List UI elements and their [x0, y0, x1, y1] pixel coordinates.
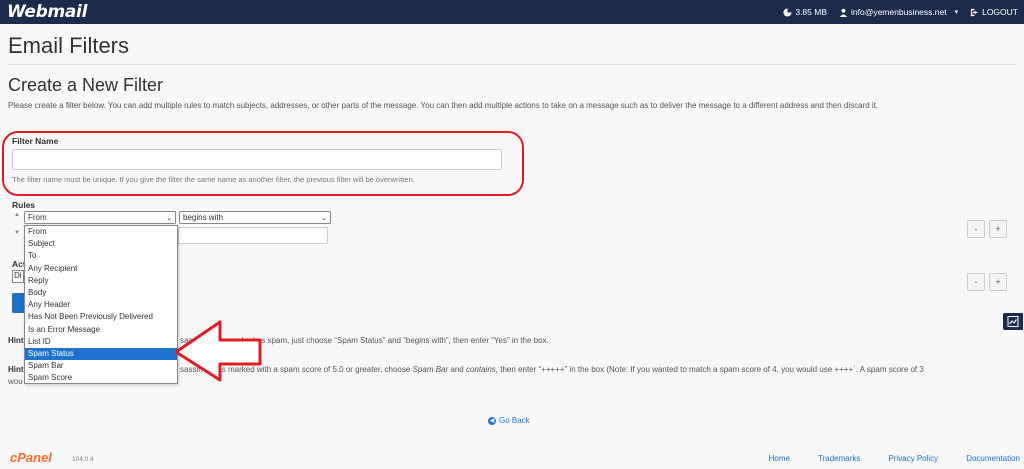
footer-links: Home Trademarks Privacy Policy Documenta…	[769, 454, 1020, 463]
remove-action-button[interactable]: -	[967, 273, 985, 291]
go-back-label: Go Back	[499, 416, 530, 425]
annotation-highlight-oval	[2, 131, 524, 196]
action-select[interactable]: Di	[12, 270, 24, 283]
chevron-down-icon: ⌄	[321, 214, 327, 222]
rule-operator-value: begins with	[183, 213, 224, 222]
rule-field-value: From	[28, 213, 47, 222]
dropdown-option[interactable]: Spam Status	[25, 347, 177, 361]
dropdown-option[interactable]: Body	[25, 287, 177, 299]
hint-2-part-b: then enter “+++++” in the box (Note: If …	[500, 365, 924, 374]
hint-2-and: and	[450, 365, 464, 374]
dropdown-option[interactable]: Spam Bar	[25, 360, 177, 372]
hint-1: Hint	[8, 336, 24, 345]
hint-2-prefix: Hint	[8, 365, 24, 374]
page-title: Email Filters	[8, 33, 130, 58]
dropdown-option[interactable]: Any Header	[25, 299, 177, 311]
section-title: Create a New Filter	[8, 75, 164, 95]
footer-link-trademarks[interactable]: Trademarks	[818, 454, 860, 463]
add-rule-button[interactable]: +	[989, 220, 1007, 238]
dropdown-option[interactable]: To	[25, 250, 177, 262]
dropdown-option[interactable]: Has Not Been Previously Delivered	[25, 311, 177, 323]
rules-label: Rules	[12, 200, 36, 210]
logout-icon	[970, 8, 978, 16]
rule-field-select[interactable]: From ⌄	[24, 211, 176, 224]
user-menu[interactable]: info@yemenbusiness.net ▾	[839, 7, 958, 17]
hint-1-prefix: Hint	[8, 336, 24, 345]
hint-2-em-contains: contains,	[465, 365, 499, 374]
logout-button[interactable]: LOGOUT	[970, 7, 1018, 17]
disk-usage-value: 3.85 MB	[795, 7, 827, 17]
remove-rule-button[interactable]: -	[967, 220, 985, 238]
logout-label: LOGOUT	[982, 7, 1018, 17]
cpanel-logo[interactable]: cPanel	[10, 450, 52, 465]
top-navbar: Webmail 3.85 MB info@yemenbusiness.net ▾…	[0, 0, 1024, 24]
disk-usage[interactable]: 3.85 MB	[783, 7, 827, 17]
dropdown-option[interactable]: Reply	[25, 275, 177, 287]
user-icon	[839, 8, 848, 17]
dropdown-option[interactable]: From	[25, 226, 177, 238]
webmail-logo[interactable]: Webmail	[7, 2, 87, 22]
dropdown-option[interactable]: Spam Score	[25, 372, 177, 384]
dropdown-option[interactable]: Subject	[25, 238, 177, 250]
user-email: info@yemenbusiness.net	[851, 7, 947, 17]
rule-operator-select[interactable]: begins with ⌄	[179, 211, 331, 224]
hint-2: Hint	[8, 365, 24, 374]
dropdown-option[interactable]: List ID	[25, 336, 177, 348]
dropdown-option[interactable]: Is an Error Message	[25, 324, 177, 336]
dropdown-option[interactable]: Any Recipient	[25, 263, 177, 275]
pie-chart-icon	[783, 7, 792, 17]
hint-2-line2: wou	[8, 377, 23, 386]
footer-link-privacy-policy[interactable]: Privacy Policy	[888, 454, 938, 463]
footer-link-documentation[interactable]: Documentation	[966, 454, 1020, 463]
cpanel-version: 104.0.4	[72, 456, 94, 463]
title-divider	[8, 64, 1016, 65]
arrow-left-icon: ◀	[488, 416, 496, 425]
annotation-arrow-icon	[174, 320, 262, 382]
hint-2-text: sassin™ has marked with a spam score of …	[180, 365, 924, 374]
topbar-right: 3.85 MB info@yemenbusiness.net ▾ LOGOUT	[783, 0, 1018, 24]
footer-link-home[interactable]: Home	[769, 454, 790, 463]
caret-down-icon: ▾	[954, 9, 959, 16]
rule-field-dropdown-list[interactable]: From Subject To Any Recipient Reply Body Any H…	[24, 225, 178, 384]
trend-chart-icon[interactable]	[1003, 313, 1023, 330]
add-action-button[interactable]: +	[989, 273, 1007, 291]
move-up-icon[interactable]: ▲	[14, 212, 20, 218]
section-description: Please create a filter below. You can ad…	[8, 101, 879, 110]
go-back-link[interactable]: ◀ Go Back	[488, 416, 530, 425]
hint-2-em-spam-bar: Spam Bar	[412, 365, 449, 374]
move-down-icon[interactable]: ▼	[14, 230, 20, 236]
rule-value-input[interactable]	[178, 227, 328, 244]
chevron-down-icon: ⌄	[166, 214, 172, 222]
